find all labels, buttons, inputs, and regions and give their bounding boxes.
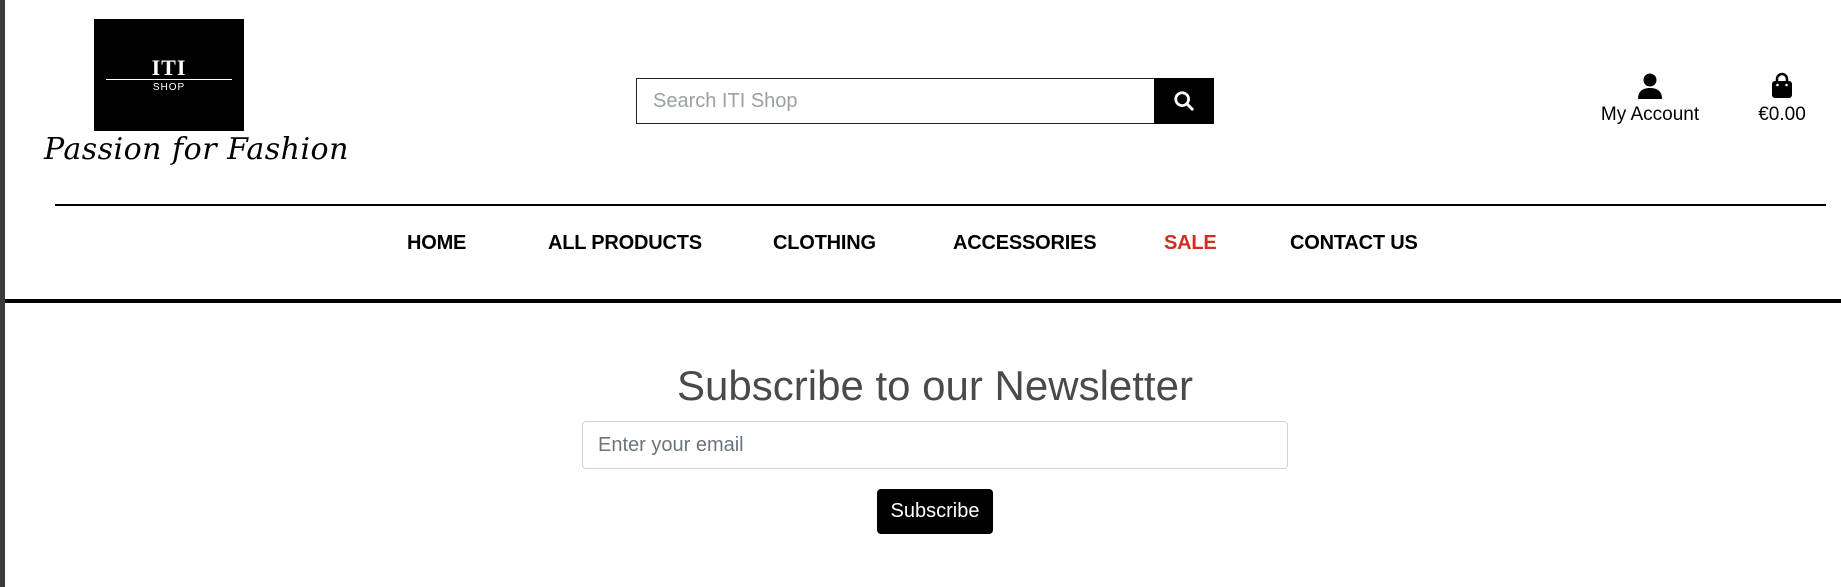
header-divider <box>55 204 1826 206</box>
nav-item-home[interactable]: HOME <box>407 232 466 255</box>
my-account-link[interactable]: My Account <box>1590 72 1710 126</box>
nav-item-all-products[interactable]: ALL PRODUCTS <box>548 232 702 255</box>
subscribe-button[interactable]: Subscribe <box>877 489 993 534</box>
logo-main-text: ITI <box>151 55 187 80</box>
cart-total: €0.00 <box>1758 104 1806 125</box>
nav-item-clothing[interactable]: CLOTHING <box>773 232 876 255</box>
logo-sub-text: SHOP <box>152 82 186 93</box>
nav-item-accessories[interactable]: ACCESSORIES <box>953 232 1097 255</box>
search-button[interactable] <box>1154 78 1214 124</box>
window-left-edge <box>0 0 5 587</box>
main-nav: HOME ALL PRODUCTS CLOTHING ACCESSORIES S… <box>0 232 1841 262</box>
shopping-bag-icon <box>1772 72 1792 98</box>
search-icon <box>1174 91 1194 111</box>
search-form <box>636 78 1214 124</box>
search-input[interactable] <box>636 78 1154 124</box>
site-logo[interactable]: ITI SHOP <box>94 19 244 131</box>
user-icon <box>1638 73 1662 99</box>
newsletter-email-input[interactable] <box>582 421 1288 469</box>
cart-link[interactable]: €0.00 <box>1750 72 1814 126</box>
brand-tagline: Passion for Fashion <box>44 132 349 167</box>
my-account-label: My Account <box>1600 104 1700 125</box>
logo-divider <box>106 79 232 80</box>
nav-item-sale[interactable]: SALE <box>1164 232 1217 255</box>
newsletter-title: Subscribe to our Newsletter <box>677 362 1193 409</box>
nav-item-contact-us[interactable]: CONTACT US <box>1290 232 1418 255</box>
nav-divider <box>5 299 1841 303</box>
